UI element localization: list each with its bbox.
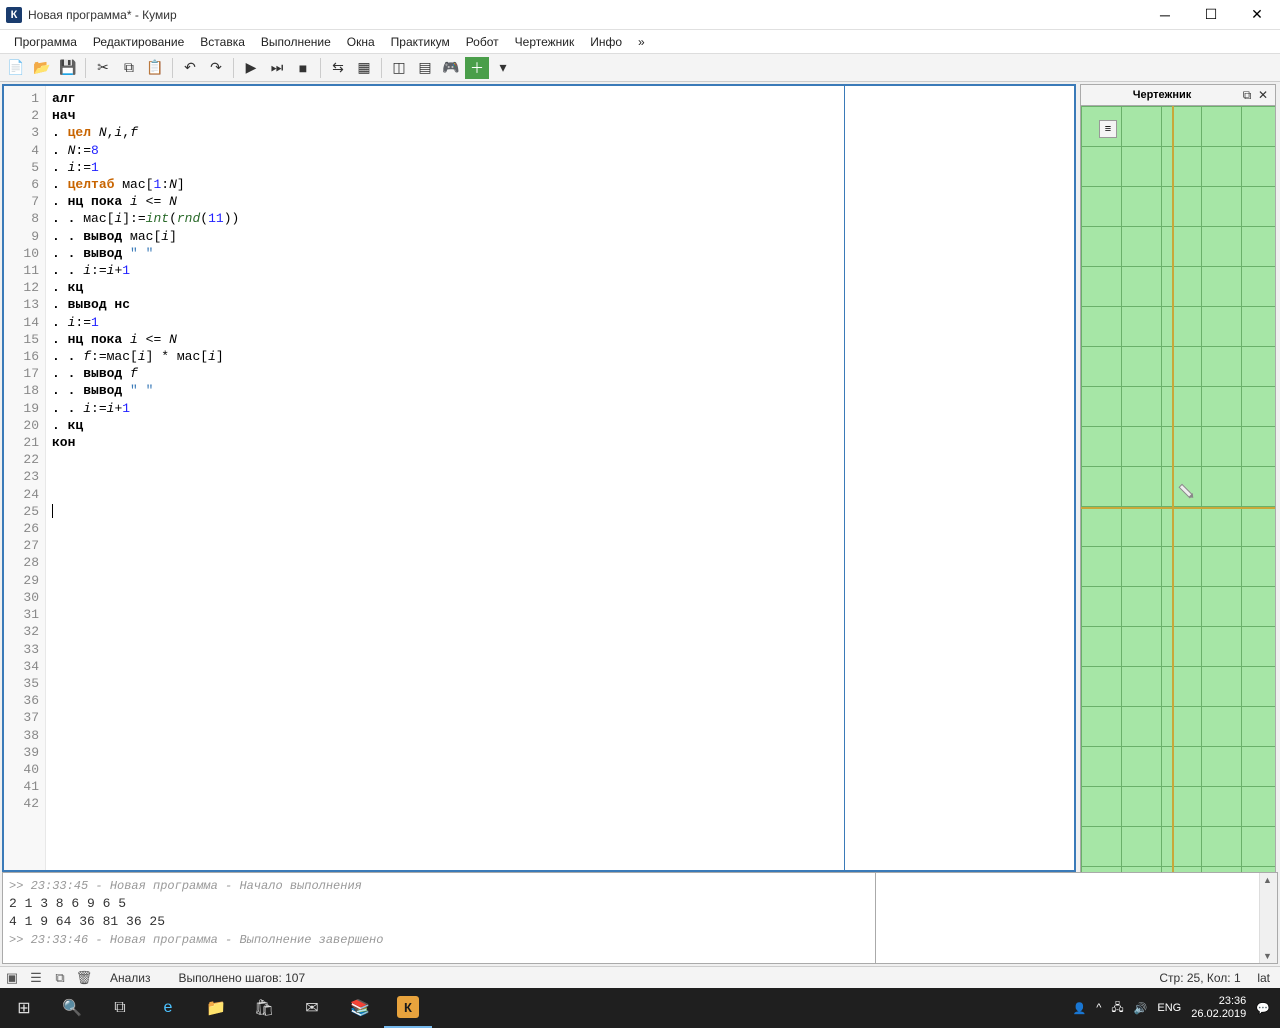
minimize-button[interactable]: ─ <box>1142 0 1188 30</box>
pencil-icon <box>1171 484 1194 507</box>
menu-item[interactable]: Окна <box>339 32 383 52</box>
console-output[interactable]: >> 23:33:45 - Новая программа - Начало в… <box>2 872 876 964</box>
tray-notifications-icon[interactable]: 💬 <box>1256 1002 1270 1015</box>
code-editor[interactable]: алгнач. цел N,i,f. N:=8. i:=1. целтаб ма… <box>46 86 844 870</box>
menu-item[interactable]: Чертежник <box>507 32 583 52</box>
step-icon[interactable]: ⏭ <box>265 57 289 79</box>
input-mode: lat <box>1257 971 1270 985</box>
scrollbar[interactable] <box>1259 873 1277 963</box>
editor-margin-column <box>844 86 1074 870</box>
kumir-taskbar-icon[interactable]: К <box>384 988 432 1028</box>
paste-icon[interactable]: 📋 <box>143 57 167 79</box>
status-icon-2[interactable]: ☰ <box>24 968 48 988</box>
menu-bar: ПрограммаРедактированиеВставкаВыполнение… <box>0 30 1280 54</box>
console-line: 2 1 3 8 6 9 6 5 <box>9 895 869 913</box>
toolbar: 📄 📂 💾 ✂ ⧉ 📋 ↶ ↷ ▶ ⏭ ■ ⇆ ▦ ◫ ▤ 🎮 ＋ ▾ <box>0 54 1280 82</box>
stop-icon[interactable]: ■ <box>291 57 315 79</box>
app-icon[interactable]: 📚 <box>336 988 384 1028</box>
save-file-icon[interactable]: 💾 <box>56 57 80 79</box>
status-analysis: Анализ <box>96 971 165 985</box>
console-right-pane[interactable] <box>876 872 1278 964</box>
tool-icon-2[interactable]: ▦ <box>352 57 376 79</box>
menu-item[interactable]: Инфо <box>582 32 630 52</box>
panel-maximize-icon[interactable]: ⧉ <box>1239 87 1255 103</box>
menu-item[interactable]: Вставка <box>192 32 253 52</box>
menu-item[interactable]: Редактирование <box>85 32 192 52</box>
close-button[interactable]: ✕ <box>1234 0 1280 30</box>
output-console: >> 23:33:45 - Новая программа - Начало в… <box>2 872 1278 964</box>
drawer-panel: Чертежник ⧉ ✕ ≡ <box>1080 84 1276 870</box>
search-icon[interactable]: 🔍 <box>48 988 96 1028</box>
menu-item[interactable]: Практикум <box>383 32 458 52</box>
store-icon[interactable]: 🛍 <box>240 988 288 1028</box>
task-view-icon[interactable]: ⧉ <box>96 988 144 1028</box>
copy-icon[interactable]: ⧉ <box>117 57 141 79</box>
status-steps: Выполнено шагов: 107 <box>165 971 320 985</box>
panel-title: Чертежник <box>1085 89 1239 101</box>
window-title: Новая программа* - Кумир <box>28 8 177 22</box>
console-meta: >> 23:33:45 - Новая программа - Начало в… <box>9 877 869 895</box>
layout-icon-2[interactable]: ▤ <box>413 57 437 79</box>
status-icon-1[interactable]: ▣ <box>0 968 24 988</box>
line-gutter: 1234567891011121314151617181920212223242… <box>4 86 46 870</box>
status-icon-4[interactable]: 🗑 <box>72 968 96 988</box>
tool-icon-1[interactable]: ⇆ <box>326 57 350 79</box>
separator <box>172 58 173 78</box>
dropdown-icon[interactable]: ▾ <box>491 57 515 79</box>
open-file-icon[interactable]: 📂 <box>30 57 54 79</box>
run-icon[interactable]: ▶ <box>239 57 263 79</box>
undo-icon[interactable]: ↶ <box>178 57 202 79</box>
editor-area: 1234567891011121314151617181920212223242… <box>0 82 1078 870</box>
redo-icon[interactable]: ↷ <box>204 57 228 79</box>
maximize-button[interactable]: ☐ <box>1188 0 1234 30</box>
menu-item[interactable]: Робот <box>458 32 507 52</box>
windows-taskbar: ⊞ 🔍 ⧉ e 📁 🛍 ✉ 📚 К 👤 ^ 🖧 🔊 ENG 23:36 26.0… <box>0 988 1280 1028</box>
tray-sound-icon[interactable]: 🔊 <box>1134 1002 1148 1015</box>
plus-icon[interactable]: ＋ <box>465 57 489 79</box>
tray-language[interactable]: ENG <box>1157 1002 1181 1014</box>
panel-close-icon[interactable]: ✕ <box>1255 87 1271 103</box>
drawing-canvas[interactable]: ≡ <box>1080 106 1276 926</box>
separator <box>381 58 382 78</box>
console-line: 4 1 9 64 36 81 36 25 <box>9 913 869 931</box>
mail-icon[interactable]: ✉ <box>288 988 336 1028</box>
robot-icon[interactable]: 🎮 <box>439 57 463 79</box>
tray-network-icon[interactable]: 🖧 <box>1111 999 1123 1018</box>
tray-up-icon[interactable]: ^ <box>1096 1002 1101 1014</box>
canvas-menu-icon[interactable]: ≡ <box>1099 120 1117 138</box>
separator <box>320 58 321 78</box>
tray-clock[interactable]: 23:36 26.02.2019 <box>1191 995 1246 1021</box>
explorer-icon[interactable]: 📁 <box>192 988 240 1028</box>
start-button[interactable]: ⊞ <box>0 988 48 1028</box>
title-bar: К Новая программа* - Кумир ─ ☐ ✕ <box>0 0 1280 30</box>
separator <box>85 58 86 78</box>
axis-vertical <box>1172 106 1174 925</box>
tray-people-icon[interactable]: 👤 <box>1073 1002 1087 1015</box>
edge-icon[interactable]: e <box>144 988 192 1028</box>
status-bar: ▣ ☰ ⧉ 🗑 Анализ Выполнено шагов: 107 Стр:… <box>0 966 1280 988</box>
menu-item[interactable]: Программа <box>6 32 85 52</box>
menu-item[interactable]: » <box>630 32 653 52</box>
layout-icon-1[interactable]: ◫ <box>387 57 411 79</box>
app-icon: К <box>6 7 22 23</box>
console-meta: >> 23:33:46 - Новая программа - Выполнен… <box>9 931 869 949</box>
status-icon-3[interactable]: ⧉ <box>48 968 72 988</box>
axis-horizontal <box>1081 507 1275 509</box>
cursor-position: Стр: 25, Кол: 1 <box>1159 971 1240 985</box>
separator <box>233 58 234 78</box>
cut-icon[interactable]: ✂ <box>91 57 115 79</box>
new-file-icon[interactable]: 📄 <box>4 57 28 79</box>
menu-item[interactable]: Выполнение <box>253 32 339 52</box>
